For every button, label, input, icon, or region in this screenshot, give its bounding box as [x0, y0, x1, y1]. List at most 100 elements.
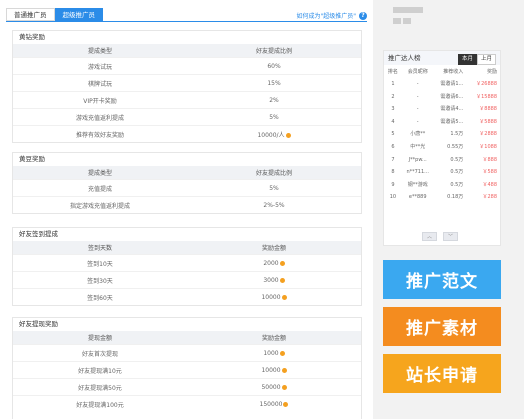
tab-normal-promoter[interactable]: 普通推广员	[6, 8, 55, 21]
cell: 签到30天	[13, 271, 187, 289]
coin-icon	[279, 350, 285, 356]
tab-last-month[interactable]: 上月	[476, 54, 496, 65]
col-header: 好友提成比例	[187, 166, 361, 180]
coin-icon	[279, 277, 285, 283]
cell: VIP开卡奖励	[13, 91, 187, 109]
table-row: 棋牌试玩 15%	[13, 74, 361, 92]
section-title: 好友提现奖励	[19, 320, 58, 328]
section-yellow-bean: 黄豆奖励 提成类型 好友提成比例 充值提成 5% 指定游戏充值返利提成 2%-5%	[12, 152, 362, 214]
rank-number: 1	[391, 81, 395, 87]
section-friend-checkin: 好友签到提成 签到天数 奖励金额 签到10天 2000 签到30天 3000 签到60…	[12, 227, 362, 306]
amount: 150000	[259, 400, 283, 408]
banner-webmaster-apply[interactable]: 站长申请	[383, 354, 501, 393]
member-nickname: -	[416, 106, 419, 113]
table-row: 好友首次提现 1000	[13, 344, 361, 362]
amount: 2000	[263, 259, 279, 267]
ranking-row: 6 中**光 0.55万 ￥1088	[384, 141, 500, 154]
rank-number: 3	[391, 106, 395, 113]
cell: 指定游戏充值返利提成	[13, 196, 187, 213]
member-nickname: 钢**游戏	[407, 181, 428, 188]
ranking-row: 5 小唐** 1.5万 ￥2888	[384, 128, 500, 141]
table-row: 充值提成 5%	[13, 179, 361, 197]
col-header: 奖励金额	[187, 241, 361, 255]
reward-amount: ￥5888	[479, 118, 497, 125]
cell: 签到60天	[13, 288, 187, 305]
reward-table: 提现金额 奖励金额 好友首次提现 1000 好友提现满10元 10000 好友提现满5…	[13, 331, 361, 412]
tab-this-month[interactable]: 本月	[457, 54, 477, 65]
col-reward: 奖励	[486, 69, 497, 75]
blurred-profile-line	[393, 18, 401, 24]
referral-income: 需邀请6...	[440, 93, 464, 100]
member-nickname: e**889	[408, 194, 427, 201]
rank-number: 2	[391, 93, 395, 100]
rank-number: 6	[391, 143, 395, 150]
col-header: 提成类型	[13, 44, 187, 58]
promoter-tabs: 普通推广员 超级推广员	[6, 8, 103, 21]
coin-icon	[281, 294, 287, 300]
amount-cell: 3000	[187, 271, 361, 289]
member-nickname: -	[416, 93, 419, 100]
cell: 好友提现满100元	[13, 395, 187, 412]
section-yellow-diamond: 黄钻奖励 提成类型 好友提成比例 游戏试玩 60% 棋牌试玩 15% VIP开卡奖励 2…	[12, 30, 362, 143]
cell: 60%	[187, 57, 361, 75]
member-nickname: n**711...	[406, 169, 429, 176]
reward-amount: ￥26888	[476, 81, 497, 87]
cell: 5%	[187, 179, 361, 197]
reward-table: 签到天数 奖励金额 签到10天 2000 签到30天 3000 签到60天 10000	[13, 241, 361, 305]
tab-super-promoter[interactable]: 超级推广员	[54, 8, 103, 21]
member-nickname: 小唐**	[410, 131, 426, 138]
table-row: 签到60天 10000	[13, 288, 361, 305]
amount: 3000	[263, 276, 279, 284]
col-header: 提成类型	[13, 166, 187, 180]
coin-icon	[281, 367, 287, 373]
col-header: 提现金额	[13, 331, 187, 345]
table-row: 好友提现满50元 50000	[13, 378, 361, 396]
blurred-profile-line	[393, 7, 423, 13]
banner-promo-article[interactable]: 推广范文	[383, 260, 501, 299]
reward-amount: ￥15888	[476, 93, 497, 100]
main-panel: 普通推广员 超级推广员 如何成为"超级推广员" ? 黄钻奖励 提成类型 好友提成比…	[0, 0, 373, 419]
reward-amount: ￥488	[482, 181, 497, 188]
table-row: 签到30天 3000	[13, 271, 361, 289]
table-row: 签到10天 2000	[13, 254, 361, 272]
rank-number: 9	[391, 181, 395, 188]
reward-amount: ￥888	[482, 156, 497, 163]
amount: 50000	[261, 383, 281, 391]
rank-number: 7	[391, 156, 395, 163]
help-text[interactable]: 如何成为"超级推广员"	[296, 11, 356, 20]
amount-cell: 1000	[187, 344, 361, 362]
banner-promo-material[interactable]: 推广素材	[383, 307, 501, 346]
ranking-pager: ︿ ﹀	[422, 232, 458, 241]
reward-amount: ￥2888	[479, 131, 497, 138]
amount-cell: 150000	[187, 395, 361, 412]
reward-table: 提成类型 好友提成比例 游戏试玩 60% 棋牌试玩 15% VIP开卡奖励 2% 游戏充…	[13, 44, 361, 142]
amount-cell: 10000	[187, 361, 361, 379]
ranking-row: 10 e**889 0.18万 ￥288	[384, 191, 500, 204]
cell: 2%-5%	[187, 196, 361, 213]
amount-cell: 50000	[187, 378, 361, 396]
member-nickname: 中**光	[410, 143, 426, 150]
help-link[interactable]: 如何成为"超级推广员" ?	[296, 11, 367, 20]
ranking-row: 2 - 需邀请6... ￥15888	[384, 91, 500, 104]
col-income: 推荐收入	[443, 69, 464, 75]
cell: 推荐有效好友奖励	[13, 125, 187, 142]
referral-income: 需邀请1...	[440, 81, 464, 87]
reward-amount: ￥588	[482, 169, 497, 176]
chevron-down-icon[interactable]: ﹀	[443, 232, 458, 241]
ranking-title: 推广达人榜	[388, 54, 421, 62]
amount-cell: 2000	[187, 254, 361, 272]
cell: 签到10天	[13, 254, 187, 272]
reward-table: 提成类型 好友提成比例 充值提成 5% 指定游戏充值返利提成 2%-5%	[13, 166, 361, 213]
member-nickname: -	[416, 118, 419, 125]
rank-number: 8	[391, 169, 395, 176]
chevron-up-icon[interactable]: ︿	[422, 232, 437, 241]
ranking-period-tabs: 本月 上月	[457, 54, 496, 65]
col-nickname: 会员昵称	[407, 69, 428, 75]
ranking-row: 1 - 需邀请1... ￥26888	[384, 78, 500, 91]
col-header: 好友提成比例	[187, 44, 361, 58]
cell: 游戏充值返利提成	[13, 108, 187, 126]
help-icon[interactable]: ?	[359, 11, 367, 20]
referral-income: 0.5万	[450, 156, 464, 163]
cell: 5%	[187, 108, 361, 126]
ranking-row: 4 - 需邀请5... ￥5888	[384, 116, 500, 129]
